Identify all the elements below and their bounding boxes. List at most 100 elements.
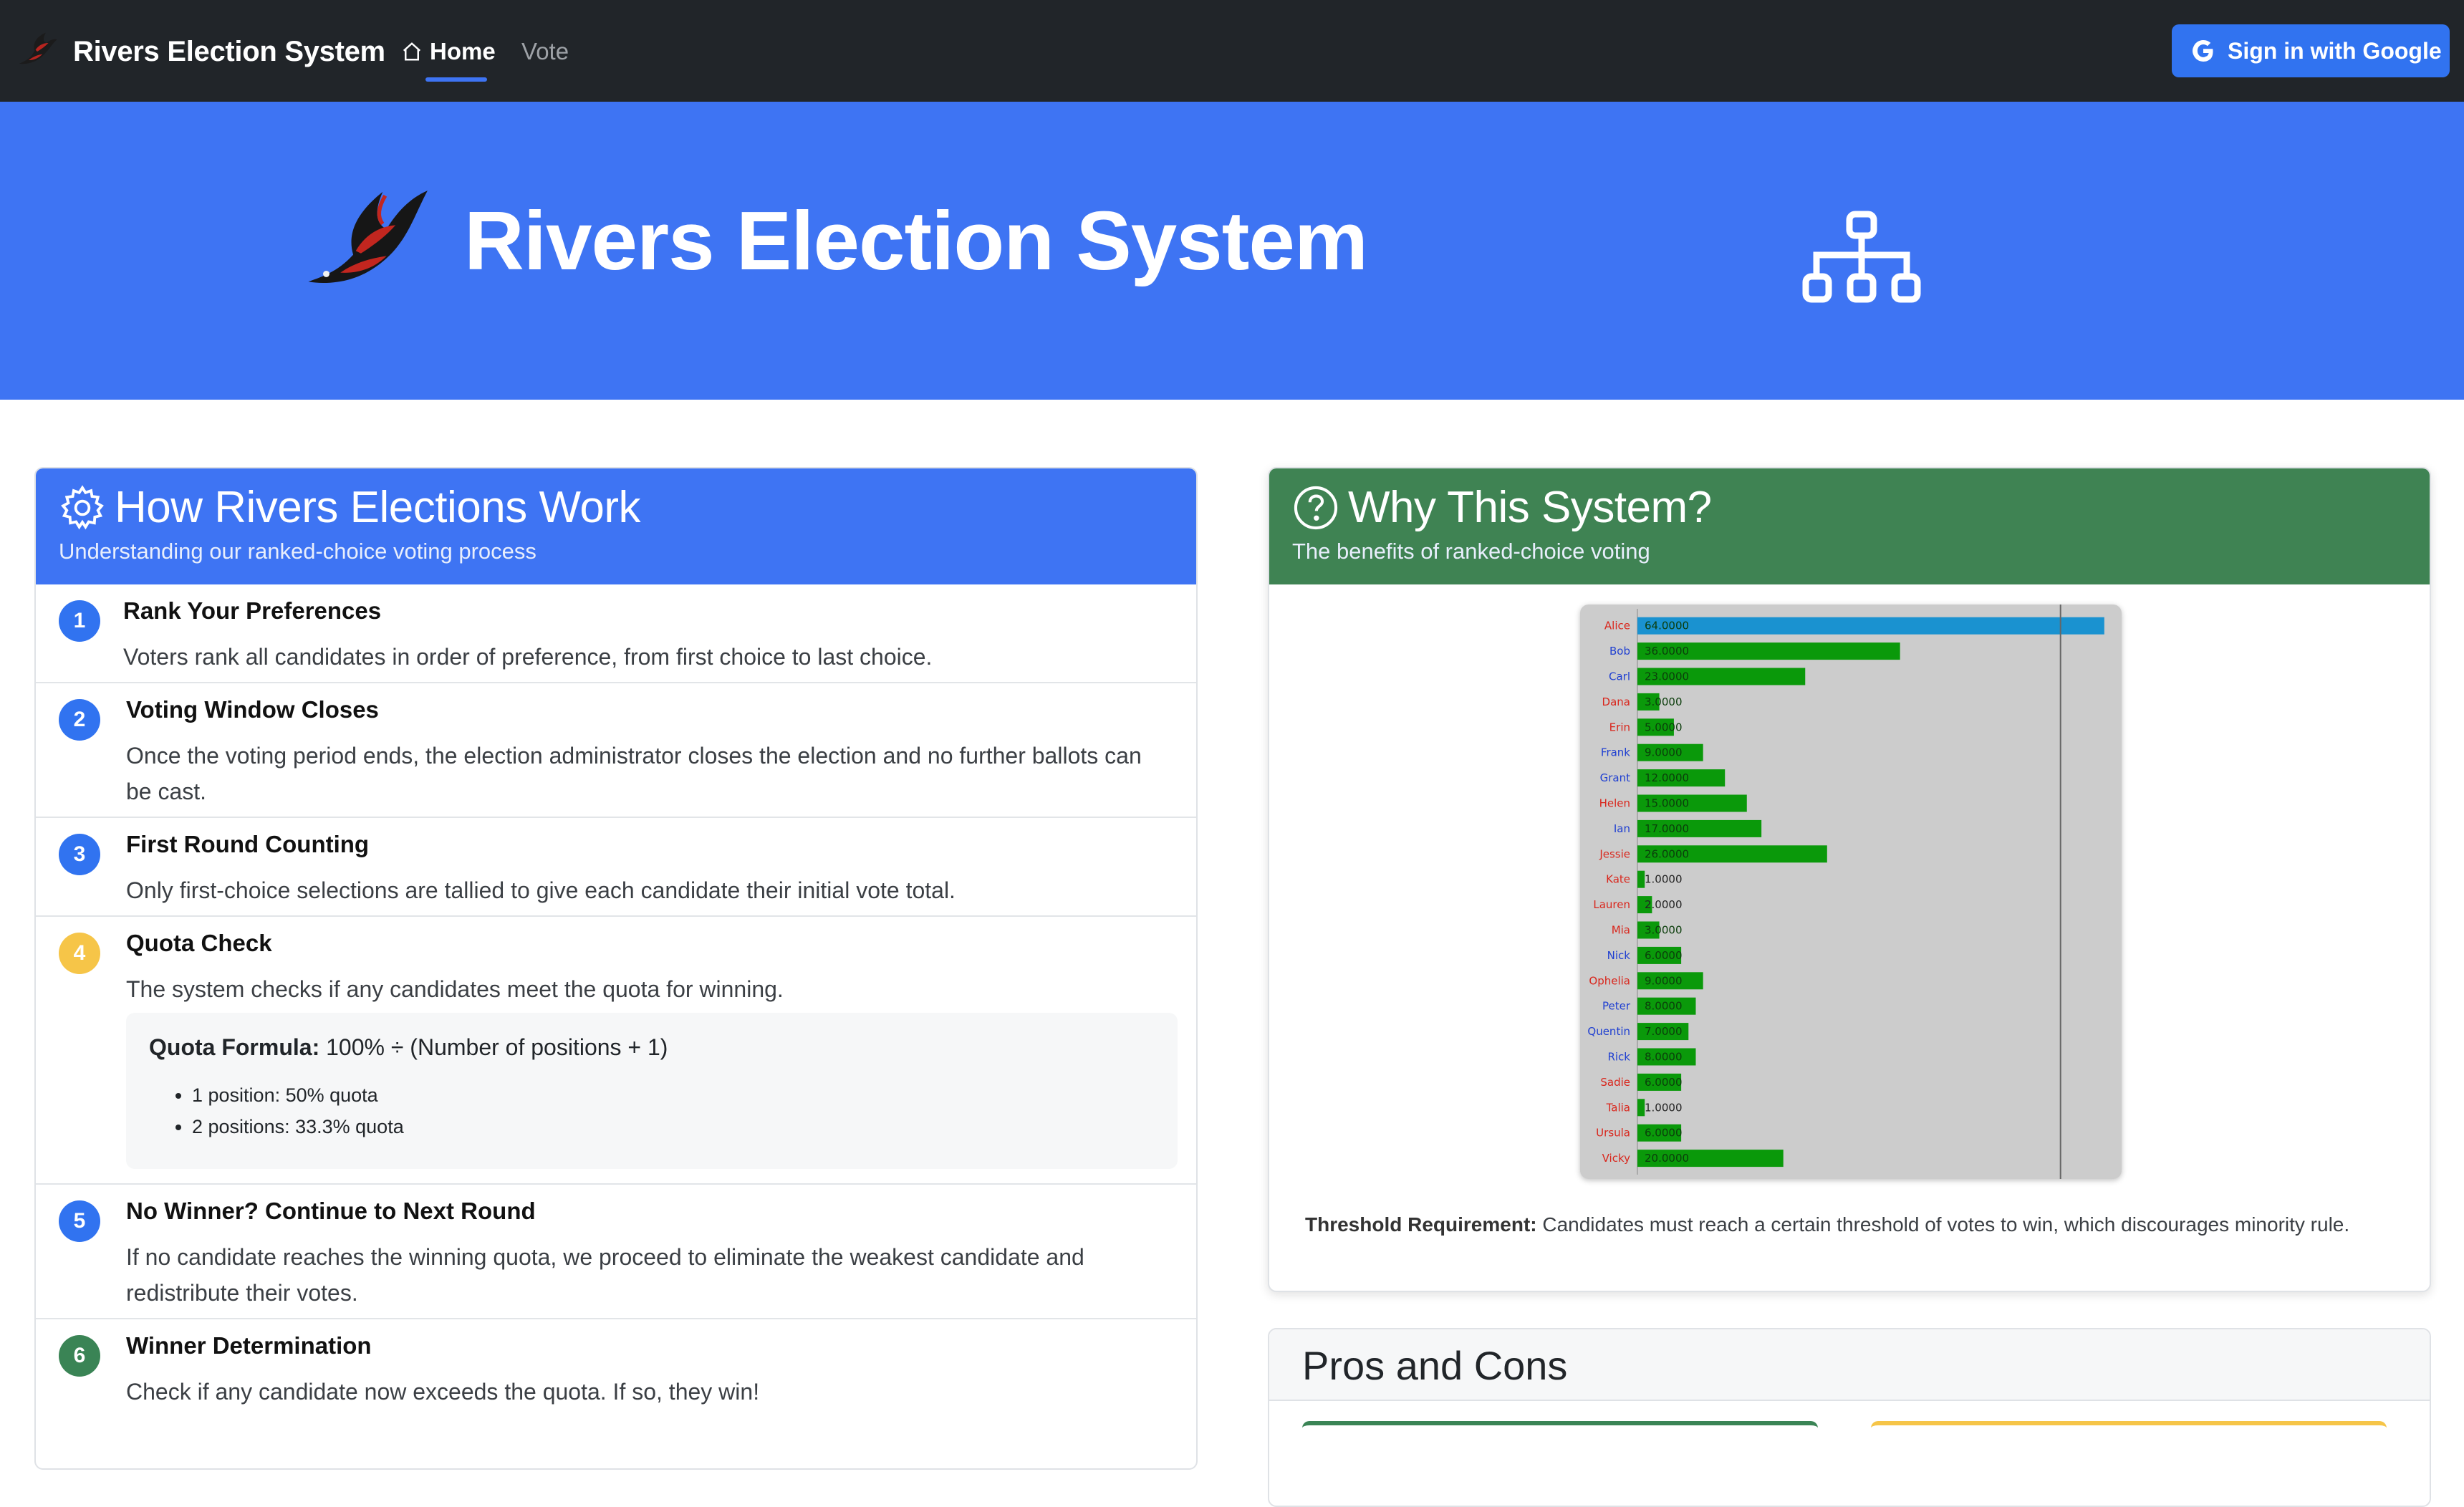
vote-value-label: 3.0000 (1645, 695, 1683, 708)
gear-icon (61, 485, 104, 530)
vote-value-label: 8.0000 (1645, 1051, 1683, 1064)
candidate-tick-label: Lauren (1593, 898, 1630, 911)
quota-formula-text: 100% ÷ (Number of positions + 1) (326, 1034, 668, 1060)
candidate-tick-label: Ursula (1596, 1127, 1630, 1140)
threshold-label: Threshold Requirement: (1305, 1213, 1537, 1236)
steps-list: 1 Rank Your Preferences Voters rank all … (36, 584, 1196, 1434)
candidate-tick-label: Erin (1609, 721, 1630, 733)
step-number-badge: 1 (59, 600, 100, 642)
vote-totals-bar-chart: Alice 64.0000 Bob 36.0000 Carl 23.0000 Dana 3.0… (1587, 605, 2104, 1179)
nav-vote-link[interactable]: Vote (521, 32, 569, 72)
why-this-system-card: Why This System? The benefits of ranked-… (1268, 467, 2431, 1292)
candidate-tick-label: Bob (1609, 645, 1630, 658)
step-title: Winner Determination (126, 1332, 372, 1359)
vote-bar (1637, 617, 2104, 635)
candidate-tick-label: Helen (1599, 797, 1630, 810)
vote-value-label: 12.0000 (1645, 771, 1689, 784)
vote-value-label: 2.0000 (1645, 898, 1683, 911)
candidate-tick-label: Alice (1604, 620, 1630, 632)
vote-value-label: 1.0000 (1645, 873, 1683, 886)
hero-banner: Rivers Election System (0, 102, 2464, 400)
vote-value-label: 3.0000 (1645, 924, 1683, 937)
hero-title: Rivers Election System (464, 194, 1368, 287)
candidate-tick-label: Nick (1607, 949, 1631, 962)
step-description: Only first-choice selections are tallied… (126, 877, 956, 903)
vote-value-label: 23.0000 (1645, 670, 1689, 683)
question-circle-icon (1294, 486, 1338, 530)
pros-and-cons-title: Pros and Cons (1269, 1329, 2430, 1401)
list-item: 2 Voting Window Closes Once the voting p… (36, 683, 1196, 818)
candidate-tick-label: Ophelia (1589, 974, 1630, 987)
quota-examples-list: 1 position: 50% quota 2 positions: 33.3%… (149, 1079, 1155, 1142)
step-description: The system checks if any candidates meet… (126, 976, 784, 1002)
brand[interactable]: Rivers Election System (16, 27, 385, 76)
how-card-header: How Rivers Elections Work Understanding … (36, 468, 1196, 584)
candidate-tick-label: Dana (1602, 695, 1630, 708)
step-title: No Winner? Continue to Next Round (126, 1198, 536, 1224)
list-item: 3 First Round Counting Only first-choice… (36, 818, 1196, 917)
how-card-title: How Rivers Elections Work (115, 483, 640, 532)
vote-value-label: 9.0000 (1645, 746, 1683, 759)
house-icon (403, 42, 421, 61)
candidate-tick-label: Jessie (1599, 847, 1630, 860)
step-number-badge: 6 (59, 1335, 100, 1377)
list-item: 6 Winner Determination Check if any cand… (36, 1319, 1196, 1434)
vote-value-label: 17.0000 (1645, 822, 1689, 835)
brand-title: Rivers Election System (73, 35, 385, 67)
candidate-tick-label: Carl (1609, 670, 1630, 683)
quota-formula-label: Quota Formula: (149, 1034, 320, 1060)
candidate-tick-label: Sadie (1600, 1076, 1630, 1089)
vote-bar (1637, 1099, 1645, 1117)
vote-value-label: 7.0000 (1645, 1025, 1683, 1038)
step-description: If no candidate reaches the winning quot… (126, 1244, 1084, 1306)
step-description: Check if any candidate now exceeds the q… (126, 1379, 760, 1405)
vote-bar (1637, 870, 1645, 888)
how-card-subtitle: Understanding our ranked-choice voting p… (59, 539, 536, 564)
vote-value-label: 36.0000 (1645, 645, 1689, 658)
step-title: First Round Counting (126, 831, 370, 857)
list-item: 4 Quota Check The system checks if any c… (36, 917, 1196, 1185)
vote-value-label: 26.0000 (1645, 847, 1689, 860)
vote-value-label: 5.0000 (1645, 721, 1683, 733)
raven-logo-icon (19, 32, 57, 64)
candidate-tick-label: Frank (1601, 746, 1630, 759)
list-item: 1 position: 50% quota (192, 1079, 1155, 1111)
candidate-tick-label: Kate (1606, 873, 1630, 886)
step-title: Voting Window Closes (126, 696, 379, 723)
vote-value-label: 15.0000 (1645, 797, 1689, 810)
step-number-badge: 5 (59, 1200, 100, 1242)
vote-value-label: 8.0000 (1645, 1000, 1683, 1013)
pros-panel (1302, 1421, 1818, 1464)
vote-value-label: 6.0000 (1645, 1127, 1683, 1140)
candidate-tick-label: Mia (1612, 924, 1630, 937)
navbar: Rivers Election System Home Vote Sign in… (0, 0, 2464, 102)
vote-value-label: 6.0000 (1645, 1076, 1683, 1089)
step-number-badge: 4 (59, 933, 100, 974)
candidate-tick-label: Peter (1602, 1000, 1631, 1013)
why-card-header: Why This System? The benefits of ranked-… (1269, 468, 2430, 584)
why-card-subtitle: The benefits of ranked-choice voting (1292, 539, 1650, 564)
active-tab-indicator (425, 77, 487, 82)
quota-formula: Quota Formula: 100% ÷ (Number of positio… (149, 1034, 1155, 1061)
nav-home-link[interactable]: Home (401, 32, 496, 82)
vote-value-label: 9.0000 (1645, 974, 1683, 987)
vote-value-label: 20.0000 (1645, 1152, 1689, 1165)
google-icon (2193, 40, 2213, 62)
sign-in-label: Sign in with Google (2228, 37, 2442, 64)
quota-formula-box: Quota Formula: 100% ÷ (Number of positio… (126, 1013, 1178, 1169)
threshold-description: Candidates must reach a certain threshol… (1536, 1213, 2350, 1236)
candidate-tick-label: Ian (1614, 822, 1630, 835)
sign-in-with-google-button[interactable]: Sign in with Google (2172, 24, 2450, 77)
raven-logo-icon (308, 191, 428, 284)
vote-value-label: 6.0000 (1645, 949, 1683, 962)
how-elections-work-card: How Rivers Elections Work Understanding … (34, 467, 1198, 1470)
candidate-tick-label: Quentin (1587, 1025, 1630, 1038)
candidate-tick-label: Talia (1606, 1101, 1630, 1114)
step-description: Once the voting period ends, the electio… (126, 743, 1142, 804)
list-item: 1 Rank Your Preferences Voters rank all … (36, 584, 1196, 683)
why-card-title: Why This System? (1348, 483, 1712, 532)
step-title: Quota Check (126, 930, 272, 956)
nav-home-label: Home (430, 38, 496, 64)
list-item: 2 positions: 33.3% quota (192, 1111, 1155, 1142)
step-title: Rank Your Preferences (123, 597, 382, 624)
